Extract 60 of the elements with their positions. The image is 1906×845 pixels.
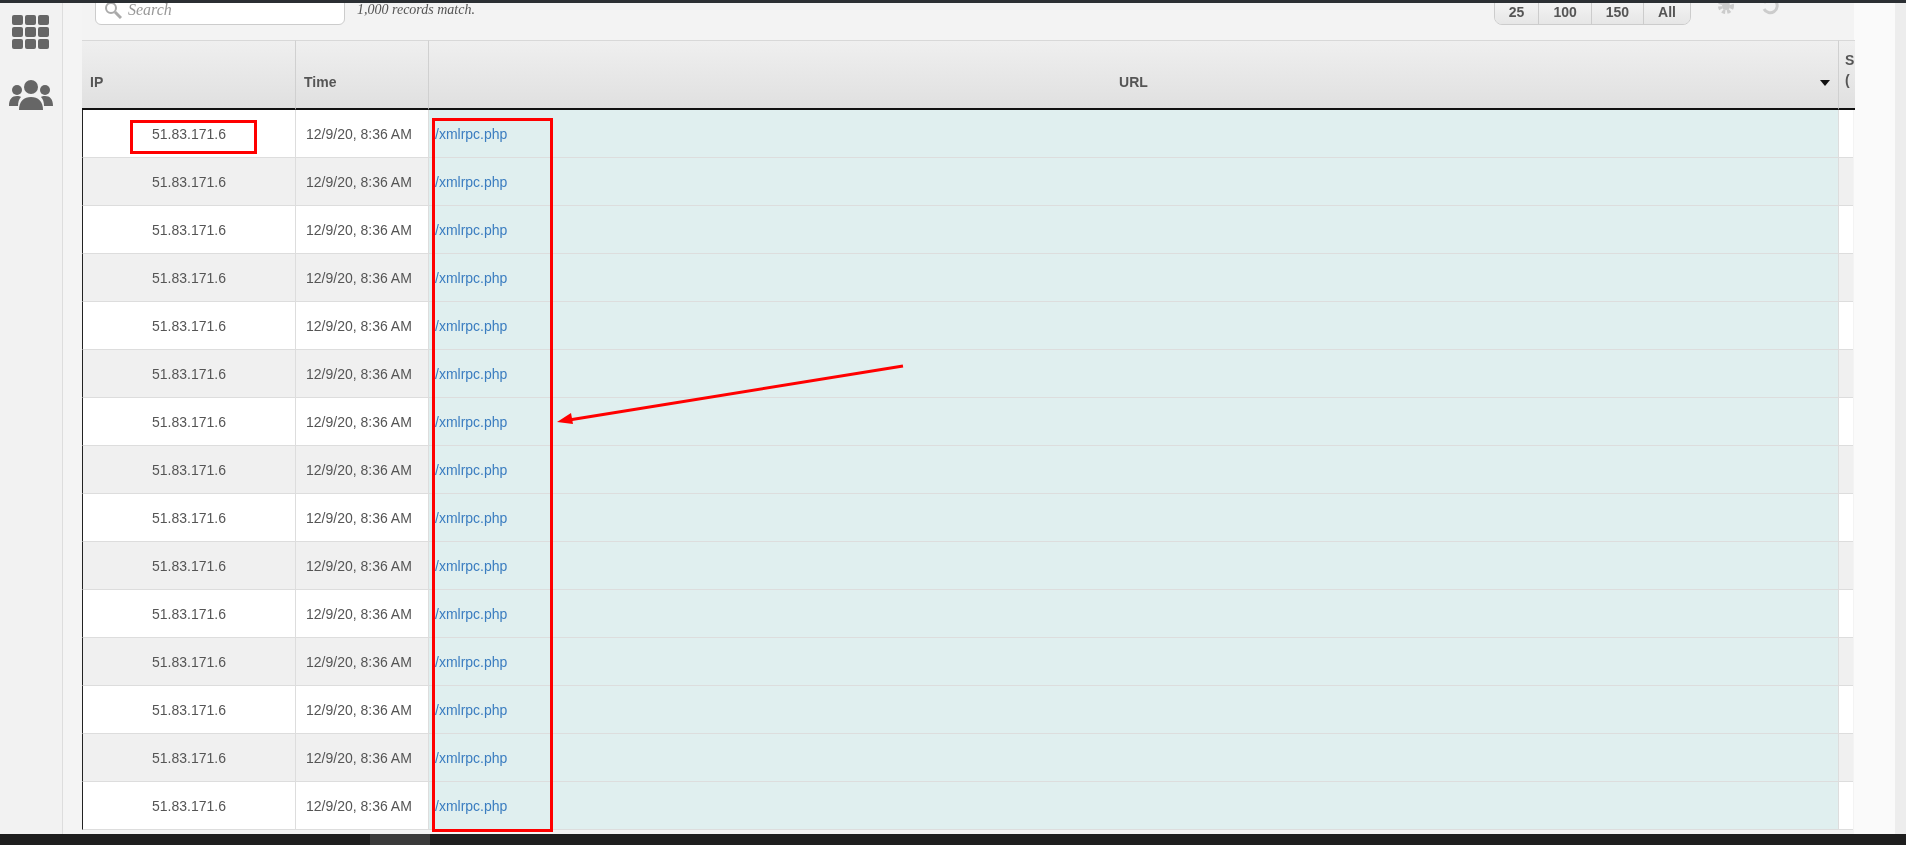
ip-cell: 51.83.171.6 xyxy=(82,158,295,206)
page-size-button[interactable]: All xyxy=(1643,3,1690,24)
time-cell: 12/9/20, 8:36 AM xyxy=(295,446,428,494)
time-cell: 12/9/20, 8:36 AM xyxy=(295,206,428,254)
page-size-button[interactable]: 150 xyxy=(1590,3,1644,24)
time-cell: 12/9/20, 8:36 AM xyxy=(295,542,428,590)
time-cell: 12/9/20, 8:36 AM xyxy=(295,302,428,350)
ip-cell: 51.83.171.6 xyxy=(82,494,295,542)
time-cell: 12/9/20, 8:36 AM xyxy=(295,638,428,686)
url-link[interactable]: /xmlrpc.php xyxy=(435,749,508,766)
search-icon xyxy=(104,3,122,19)
url-link[interactable]: /xmlrpc.php xyxy=(435,461,508,478)
ip-cell: 51.83.171.6 xyxy=(82,686,295,734)
ip-cell: 51.83.171.6 xyxy=(82,398,295,446)
time-cell: 12/9/20, 8:36 AM xyxy=(295,350,428,398)
sort-caret-icon[interactable] xyxy=(1820,80,1830,86)
page-size-button[interactable]: 25 xyxy=(1494,3,1539,24)
time-cell: 12/9/20, 8:36 AM xyxy=(295,782,428,830)
ip-cell: 51.83.171.6 xyxy=(82,542,295,590)
column-header[interactable]: IP xyxy=(82,40,295,110)
column-header[interactable]: Time xyxy=(295,40,428,110)
ip-cell: 51.83.171.6 xyxy=(82,782,295,830)
ip-cell: 51.83.171.6 xyxy=(82,446,295,494)
url-link[interactable]: /xmlrpc.php xyxy=(435,173,508,190)
time-cell: 12/9/20, 8:36 AM xyxy=(295,254,428,302)
url-link[interactable]: /xmlrpc.php xyxy=(435,557,508,574)
column-header[interactable]: URL xyxy=(428,40,1838,110)
time-cell: 12/9/20, 8:36 AM xyxy=(295,398,428,446)
url-link[interactable]: /xmlrpc.php xyxy=(435,701,508,718)
scrollbar-thumb[interactable] xyxy=(370,834,430,845)
url-link[interactable]: /xmlrpc.php xyxy=(435,269,508,286)
ip-cell: 51.83.171.6 xyxy=(82,206,295,254)
users-icon[interactable] xyxy=(9,79,53,111)
column-header[interactable]: S ( xyxy=(1838,40,1855,110)
url-link[interactable]: /xmlrpc.php xyxy=(435,413,508,430)
ip-cell: 51.83.171.6 xyxy=(82,350,295,398)
ip-cell: 51.83.171.6 xyxy=(82,302,295,350)
ip-cell: 51.83.171.6 xyxy=(82,734,295,782)
time-cell: 12/9/20, 8:36 AM xyxy=(295,686,428,734)
grid-icon[interactable] xyxy=(12,15,50,49)
url-link[interactable]: /xmlrpc.php xyxy=(435,125,508,142)
ip-cell: 51.83.171.6 xyxy=(82,590,295,638)
time-cell: 12/9/20, 8:36 AM xyxy=(295,158,428,206)
ip-cell: 51.83.171.6 xyxy=(82,638,295,686)
url-link[interactable]: /xmlrpc.php xyxy=(435,797,508,814)
url-link[interactable]: /xmlrpc.php xyxy=(435,221,508,238)
match-count: 1,000 records match. xyxy=(357,3,475,18)
url-link[interactable]: /xmlrpc.php xyxy=(435,365,508,382)
url-link[interactable]: /xmlrpc.php xyxy=(435,653,508,670)
url-link[interactable]: /xmlrpc.php xyxy=(435,605,508,622)
ip-cell: 51.83.171.6 xyxy=(82,110,295,158)
time-cell: 12/9/20, 8:36 AM xyxy=(295,734,428,782)
time-cell: 12/9/20, 8:36 AM xyxy=(295,590,428,638)
search-field[interactable]: Search xyxy=(95,3,345,25)
url-link[interactable]: /xmlrpc.php xyxy=(435,317,508,334)
page-size-button[interactable]: 100 xyxy=(1538,3,1591,24)
time-cell: 12/9/20, 8:36 AM xyxy=(295,494,428,542)
ip-cell: 51.83.171.6 xyxy=(82,254,295,302)
time-cell: 12/9/20, 8:36 AM xyxy=(295,110,428,158)
url-link[interactable]: /xmlrpc.php xyxy=(435,509,508,526)
